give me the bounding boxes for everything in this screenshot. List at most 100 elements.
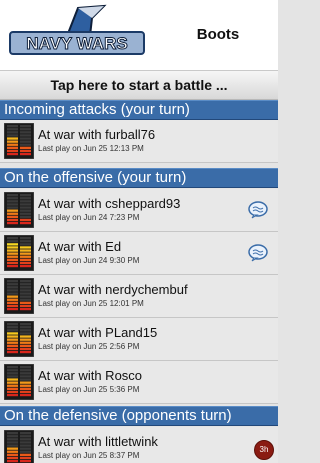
game-last-play: Last play on Jun 25 12:01 PM: [38, 299, 144, 308]
status-segment: [20, 240, 31, 243]
status-segment: [20, 378, 31, 381]
status-segment: [7, 438, 18, 441]
radar-status-icon: [4, 430, 34, 463]
status-segment: [7, 441, 18, 444]
status-segment: [7, 197, 18, 200]
game-title: At war with furball76: [38, 127, 156, 142]
status-segment: [20, 140, 31, 143]
navy-wars-logo: NAVY WARS: [8, 4, 148, 66]
status-segment: [20, 335, 31, 338]
status-segment: [20, 194, 31, 197]
status-segment: [20, 326, 31, 329]
start-battle-button[interactable]: Tap here to start a battle ...: [0, 70, 278, 100]
status-segment: [20, 301, 31, 304]
status-segment: [20, 237, 31, 240]
status-segment: [20, 390, 31, 394]
game-row-furball76[interactable]: At war with furball76 Last play on Jun 2…: [0, 120, 278, 163]
status-segment: [7, 295, 18, 298]
status-segment: [7, 301, 18, 304]
game-row-pland15[interactable]: At war with PLand15 Last play on Jun 25 …: [0, 318, 278, 361]
username-label: Boots: [196, 26, 240, 43]
status-segment: [7, 381, 18, 384]
status-segment: [7, 444, 18, 447]
status-segment: [7, 194, 18, 197]
status-segment: [7, 149, 18, 153]
chat-bubble-icon: [248, 244, 268, 262]
status-segment: [7, 143, 18, 146]
status-segment: [7, 237, 18, 240]
game-last-play: Last play on Jun 24 9:30 PM: [38, 256, 140, 265]
status-segment: [20, 197, 31, 200]
game-last-play: Last play on Jun 25 5:36 PM: [38, 385, 140, 394]
status-segment: [7, 453, 18, 456]
status-segment: [20, 366, 31, 369]
turn-timer-badge: 3h: [254, 440, 274, 460]
status-segment: [7, 131, 18, 134]
status-segment: [20, 432, 31, 435]
status-segment: [20, 203, 31, 206]
status-segment: [20, 435, 31, 438]
status-segment: [7, 255, 18, 258]
status-segment: [7, 350, 18, 354]
status-segment: [7, 459, 18, 463]
radar-status-icon: [4, 192, 34, 228]
radar-status-icon: [4, 278, 34, 314]
status-segment: [7, 200, 18, 203]
status-segment: [20, 215, 31, 218]
status-segment: [7, 335, 18, 338]
status-segment: [7, 280, 18, 283]
status-segment: [20, 438, 31, 441]
game-title: At war with Ed: [38, 239, 122, 254]
status-segment: [7, 249, 18, 252]
game-row-rosco[interactable]: At war with Rosco Last play on Jun 25 5:…: [0, 361, 278, 404]
status-segment: [20, 209, 31, 212]
status-segment: [20, 264, 31, 268]
status-segment: [7, 209, 18, 212]
status-segment: [20, 289, 31, 292]
status-segment: [7, 393, 18, 397]
game-last-play: Last play on Jun 25 2:56 PM: [38, 342, 140, 351]
radar-status-icon: [4, 364, 34, 400]
game-title: At war with littletwink: [38, 434, 158, 449]
app-header: NAVY WARS Boots: [0, 0, 278, 70]
game-title: At war with Rosco: [38, 368, 143, 383]
status-segment: [7, 344, 18, 347]
status-segment: [20, 456, 31, 460]
status-segment: [7, 450, 18, 453]
status-segment: [20, 249, 31, 252]
status-segment: [7, 240, 18, 243]
status-segment: [7, 347, 18, 351]
game-row-ed[interactable]: At war with Ed Last play on Jun 24 9:30 …: [0, 232, 278, 275]
status-segment: [20, 131, 31, 134]
status-segment: [20, 381, 31, 384]
game-row-nerdychembuf[interactable]: At war with nerdychembuf Last play on Ju…: [0, 275, 278, 318]
status-segment: [7, 432, 18, 435]
status-segment: [7, 369, 18, 372]
status-segment: [20, 143, 31, 146]
status-segment: [7, 292, 18, 295]
status-segment: [7, 206, 18, 209]
game-row-csheppard93[interactable]: At war with csheppard93 Last play on Jun…: [0, 189, 278, 232]
game-row-littletwink[interactable]: At war with littletwink Last play on Jun…: [0, 427, 278, 463]
status-segment: [7, 152, 18, 156]
status-segment: [20, 450, 31, 453]
status-segment: [7, 218, 18, 222]
status-segment: [20, 152, 31, 156]
status-segment: [20, 338, 31, 341]
status-segment: [7, 252, 18, 255]
status-segment: [7, 128, 18, 131]
status-segment: [20, 447, 31, 450]
status-segment: [20, 387, 31, 390]
status-segment: [20, 206, 31, 209]
status-segment: [7, 261, 18, 265]
status-segment: [7, 140, 18, 143]
status-segment: [7, 456, 18, 460]
status-segment: [7, 221, 18, 225]
status-segment: [7, 387, 18, 390]
status-segment: [20, 341, 31, 344]
status-segment: [20, 332, 31, 335]
status-segment: [20, 212, 31, 215]
status-segment: [7, 332, 18, 335]
status-segment: [20, 347, 31, 351]
status-segment: [20, 246, 31, 249]
